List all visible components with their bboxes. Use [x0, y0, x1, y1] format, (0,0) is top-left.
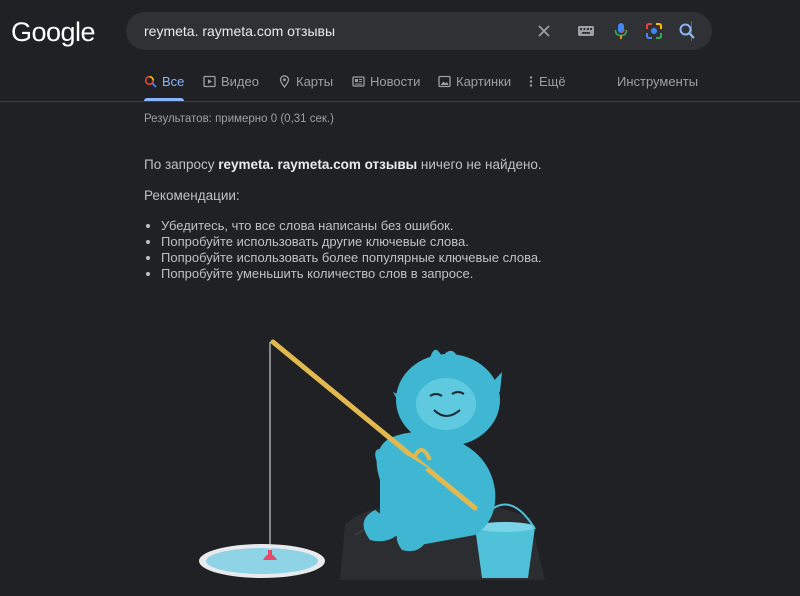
search-tabs: Все Видео Карты Новости Картинки Ещё Инс…	[0, 64, 800, 102]
image-icon	[438, 75, 451, 88]
list-item: Убедитесь, что все слова написаны без ош…	[161, 218, 542, 234]
recommendations-title: Рекомендации:	[144, 188, 240, 203]
tab-all[interactable]: Все	[144, 74, 185, 101]
tab-more[interactable]: Ещё	[528, 74, 566, 101]
fishing-yeti-illustration	[199, 339, 545, 580]
list-item: Попробуйте использовать более популярные…	[161, 250, 542, 266]
search-box[interactable]	[126, 12, 712, 50]
tools-button[interactable]: Инструменты	[617, 74, 698, 89]
tab-video[interactable]: Видео	[203, 74, 259, 101]
tab-images[interactable]: Картинки	[438, 74, 511, 101]
recommendations-list: Убедитесь, что все слова написаны без ош…	[144, 218, 542, 282]
close-icon[interactable]	[534, 21, 554, 41]
tab-label: Все	[162, 74, 185, 89]
search-input[interactable]	[144, 20, 514, 42]
no-results-message: По запросу reymeta. raymeta.com отзывы н…	[144, 157, 542, 172]
list-item: Попробуйте использовать другие ключевые …	[161, 234, 542, 250]
tab-label: Ещё	[539, 74, 566, 89]
no-results-query: reymeta. raymeta.com отзывы	[218, 157, 418, 172]
tab-label: Новости	[370, 74, 421, 89]
camera-lens-icon[interactable]	[644, 21, 664, 41]
microphone-icon[interactable]	[611, 21, 631, 41]
newspaper-icon	[352, 76, 365, 87]
tab-maps[interactable]: Карты	[278, 74, 333, 101]
tab-news[interactable]: Новости	[352, 74, 420, 101]
search-icon	[144, 75, 157, 88]
no-results-prefix: По запросу	[144, 157, 219, 172]
tab-label: Карты	[296, 74, 334, 89]
more-vert-icon	[529, 76, 533, 87]
tab-label: Картинки	[456, 74, 512, 89]
no-results-suffix: ничего не найдено.	[417, 157, 542, 172]
keyboard-icon[interactable]	[576, 21, 596, 41]
result-stats: Результатов: примерно 0 (0,31 сек.)	[144, 113, 334, 125]
map-pin-icon	[279, 75, 290, 88]
google-logo[interactable]: Google	[11, 17, 96, 48]
tab-label: Видео	[221, 74, 259, 89]
search-icon[interactable]	[677, 21, 697, 41]
list-item: Попробуйте уменьшить количество слов в з…	[161, 266, 542, 282]
play-icon	[203, 75, 216, 88]
